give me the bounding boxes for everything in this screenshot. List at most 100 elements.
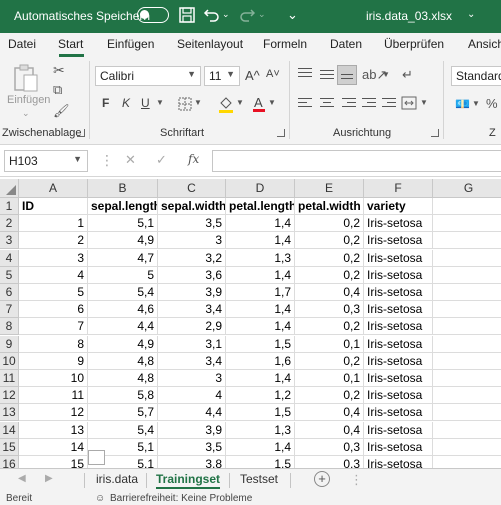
data-cell[interactable]: Iris-setosa: [364, 335, 433, 353]
paste-dropdown-icon[interactable]: ⌄: [22, 108, 30, 119]
row-header[interactable]: 9: [0, 335, 19, 353]
font-launcher-icon[interactable]: [277, 129, 285, 137]
data-cell[interactable]: 5,8: [88, 387, 158, 405]
data-cell[interactable]: 1,4: [226, 215, 295, 233]
data-cell[interactable]: 1,6: [226, 352, 295, 370]
data-cell[interactable]: Iris-setosa: [364, 404, 433, 422]
font-color-icon[interactable]: A: [252, 94, 266, 113]
undo-icon[interactable]: [203, 6, 221, 24]
data-cell[interactable]: Iris-setosa: [364, 266, 433, 284]
empty-cell[interactable]: [433, 387, 501, 405]
sheet-tab-trainingset[interactable]: Trainingset: [156, 472, 221, 489]
data-cell[interactable]: 2,9: [158, 318, 226, 336]
sheet-tab-testset[interactable]: Testset: [240, 472, 278, 486]
sheet-tab-iris-data[interactable]: iris.data: [96, 472, 138, 486]
align-bottom-button[interactable]: [337, 65, 357, 85]
data-cell[interactable]: Iris-setosa: [364, 456, 433, 468]
clipboard-launcher-icon[interactable]: [77, 129, 85, 137]
insert-function-icon[interactable]: fx: [188, 152, 199, 166]
data-cell[interactable]: 0,2: [295, 232, 364, 250]
redo-icon[interactable]: [238, 6, 256, 24]
data-cell[interactable]: Iris-setosa: [364, 387, 433, 405]
increase-indent-icon[interactable]: [382, 98, 396, 110]
accessibility-icon[interactable]: ☺: [95, 493, 105, 504]
empty-cell[interactable]: [433, 215, 501, 233]
data-cell[interactable]: 6: [19, 301, 88, 319]
add-sheet-icon[interactable]: +: [314, 471, 330, 487]
data-cell[interactable]: 1,4: [226, 438, 295, 456]
data-cell[interactable]: 5,4: [88, 284, 158, 301]
data-cell[interactable]: 4,4: [158, 404, 226, 422]
wrap-text-icon[interactable]: ↵: [402, 67, 413, 83]
data-cell[interactable]: 1: [19, 215, 88, 233]
data-cell[interactable]: 3,5: [158, 438, 226, 456]
paste-icon[interactable]: [12, 63, 40, 93]
data-cell[interactable]: 1,7: [226, 284, 295, 301]
copy-icon[interactable]: ⧉: [53, 82, 62, 98]
grow-font-button[interactable]: A^: [245, 68, 260, 83]
empty-cell[interactable]: [433, 267, 501, 284]
accessibility-status[interactable]: Barrierefreiheit: Keine Probleme: [110, 493, 252, 504]
data-cell[interactable]: Iris-setosa: [364, 215, 433, 233]
data-cell[interactable]: 0,4: [295, 404, 364, 422]
data-cell[interactable]: 3,5: [158, 215, 226, 233]
data-cell[interactable]: 3,2: [158, 249, 226, 267]
number-format-select[interactable]: Standard: [451, 66, 501, 86]
cut-icon[interactable]: ✂: [53, 62, 65, 79]
data-cell[interactable]: 1,5: [226, 456, 295, 468]
borders-dropdown-icon[interactable]: ▼: [194, 98, 202, 107]
data-cell[interactable]: 15: [19, 456, 88, 468]
header-cell[interactable]: ID: [19, 198, 88, 215]
align-left-icon[interactable]: [298, 98, 312, 110]
empty-cell[interactable]: [433, 336, 501, 353]
data-cell[interactable]: 0,3: [295, 438, 364, 456]
fill-color-icon[interactable]: [218, 95, 234, 113]
row-header[interactable]: 4: [0, 249, 19, 267]
paste-button[interactable]: Einfügen: [7, 94, 50, 106]
data-cell[interactable]: Iris-setosa: [364, 301, 433, 319]
empty-cell[interactable]: [433, 198, 501, 215]
data-cell[interactable]: 4,9: [88, 232, 158, 250]
row-header[interactable]: 8: [0, 318, 19, 336]
percent-style-icon[interactable]: %: [486, 96, 498, 111]
row-header[interactable]: 6: [0, 284, 19, 301]
merge-center-icon[interactable]: [401, 96, 417, 110]
align-middle-icon[interactable]: [320, 70, 334, 82]
data-cell[interactable]: 3: [19, 249, 88, 267]
enter-icon[interactable]: ✓: [156, 152, 167, 168]
data-cell[interactable]: 1,3: [226, 249, 295, 267]
empty-cell[interactable]: [433, 422, 501, 439]
tab-ansicht[interactable]: Ansich: [468, 37, 501, 51]
borders-icon[interactable]: [178, 97, 192, 111]
tab-start[interactable]: Start: [58, 37, 83, 51]
row-header[interactable]: 5: [0, 266, 19, 284]
data-cell[interactable]: Iris-setosa: [364, 249, 433, 267]
data-cell[interactable]: 4,8: [88, 370, 158, 387]
data-cell[interactable]: 0,2: [295, 266, 364, 284]
row-header[interactable]: 12: [0, 387, 19, 405]
data-cell[interactable]: 1,2: [226, 387, 295, 405]
tab-einfuegen[interactable]: Einfügen: [107, 37, 154, 51]
row-header[interactable]: 3: [0, 232, 19, 250]
header-cell[interactable]: petal.width: [295, 198, 364, 215]
data-cell[interactable]: 5,7: [88, 404, 158, 422]
data-cell[interactable]: 11: [19, 387, 88, 405]
data-cell[interactable]: 1,4: [226, 266, 295, 284]
data-cell[interactable]: Iris-setosa: [364, 232, 433, 250]
empty-cell[interactable]: [433, 284, 501, 301]
data-cell[interactable]: 0,1: [295, 370, 364, 387]
tab-seitenlayout[interactable]: Seitenlayout: [177, 37, 243, 51]
undo-dropdown-icon[interactable]: ⌄: [222, 9, 230, 20]
save-icon[interactable]: [178, 6, 196, 24]
data-cell[interactable]: 0,2: [295, 318, 364, 336]
row-header[interactable]: 7: [0, 301, 19, 319]
tab-datei[interactable]: Datei: [8, 37, 36, 51]
data-cell[interactable]: 0,4: [295, 421, 364, 439]
empty-cell[interactable]: [433, 353, 501, 370]
data-cell[interactable]: 5: [88, 266, 158, 284]
alignment-launcher-icon[interactable]: [431, 129, 439, 137]
data-cell[interactable]: 3,8: [158, 456, 226, 468]
data-cell[interactable]: Iris-setosa: [364, 352, 433, 370]
data-cell[interactable]: 4,8: [88, 352, 158, 370]
header-cell[interactable]: variety: [364, 198, 433, 215]
